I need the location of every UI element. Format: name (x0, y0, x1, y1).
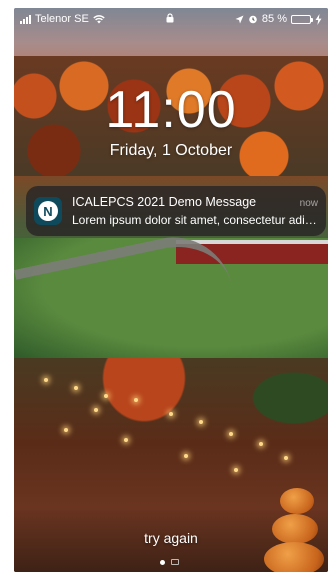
battery-percent: 85 % (261, 13, 287, 25)
page-indicator[interactable] (160, 559, 179, 565)
app-icon: N (34, 197, 62, 225)
wallpaper-pumpkin (280, 488, 314, 514)
notification-body: Lorem ipsum dolor sit amet, consectetur … (72, 213, 318, 227)
wallpaper-pumpkin (264, 542, 324, 572)
camera-icon (171, 559, 179, 565)
notification-time: now (299, 198, 318, 209)
carrier-name: Telenor SE (35, 13, 89, 25)
notification-content: ICALEPCS 2021 Demo Message now Lorem ips… (72, 195, 318, 227)
battery-icon (291, 14, 313, 24)
lockscreen-date: Friday, 1 October (109, 142, 233, 159)
wallpaper-string-lights (34, 368, 314, 488)
lockscreen-time: 11:00 (105, 81, 237, 139)
try-again-prompt: try again (144, 530, 198, 546)
page-dot (160, 559, 165, 565)
lock-screen: Telenor SE 85 % 11:00 Friday, 1 October … (14, 8, 328, 572)
status-bar: Telenor SE 85 % (14, 8, 328, 30)
notification-title: ICALEPCS 2021 Demo Message (72, 195, 257, 209)
signal-icon (20, 14, 31, 24)
location-icon (235, 15, 244, 23)
lock-icon (166, 13, 174, 23)
app-icon-letter: N (38, 201, 58, 221)
charging-icon (315, 13, 322, 25)
notification-banner[interactable]: N ICALEPCS 2021 Demo Message now Lorem i… (26, 186, 326, 236)
alarm-icon (249, 15, 257, 24)
wifi-icon (93, 14, 105, 23)
